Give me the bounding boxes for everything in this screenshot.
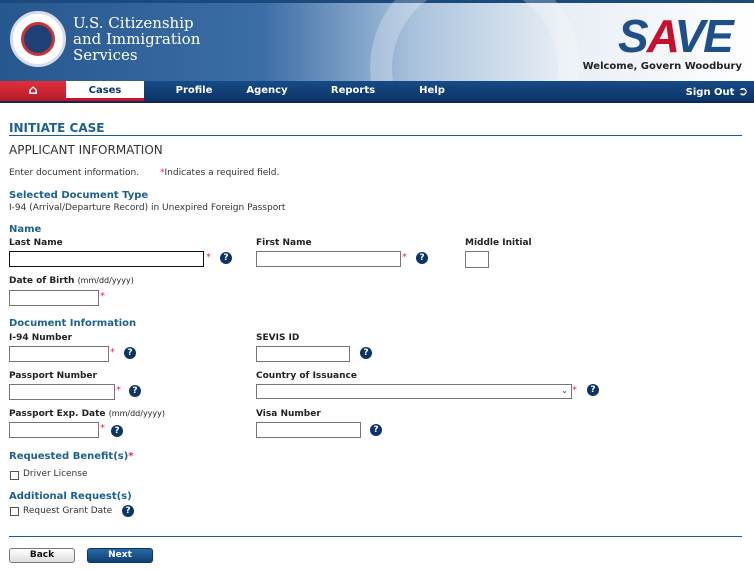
agency-name: U.S. Citizenship and Immigration Service… — [73, 15, 200, 63]
passport-input[interactable] — [9, 384, 115, 400]
dob-input[interactable] — [9, 290, 99, 306]
last-name-label: Last Name — [9, 238, 63, 248]
middle-initial-label: Middle Initial — [465, 238, 532, 248]
section-subtitle: APPLICANT INFORMATION — [9, 143, 163, 157]
country-label: Country of Issuance — [256, 371, 357, 381]
last-name-input[interactable] — [9, 251, 204, 267]
help-icon[interactable]: ? — [360, 347, 372, 359]
required-star: * — [110, 347, 115, 358]
home-tab[interactable]: ⌂ — [0, 81, 66, 101]
sevis-label: SEVIS ID — [256, 333, 300, 343]
grant-date-label: Request Grant Date — [23, 506, 113, 516]
exp-label-text: Passport Exp. Date — [9, 409, 106, 419]
exp-hint: (mm/dd/yyyy) — [108, 409, 165, 418]
dob-label: Date of Birth (mm/dd/yyyy) — [9, 276, 134, 286]
sign-out-link[interactable]: Sign Out ➲ — [664, 81, 748, 101]
help-icon[interactable]: ? — [124, 347, 136, 359]
sign-out-icon: ➲ — [737, 84, 748, 98]
name-section: Name — [9, 224, 42, 235]
help-icon[interactable]: ? — [370, 424, 382, 436]
next-button[interactable]: Next — [87, 548, 153, 563]
welcome-text: Welcome, Govern Woodbury — [582, 61, 742, 72]
dob-label-text: Date of Birth — [9, 276, 75, 286]
i94-label: I-94 Number — [9, 333, 73, 343]
driver-license-label: Driver License — [23, 469, 88, 479]
benefits-label: Requested Benefit(s) — [9, 451, 129, 462]
help-icon[interactable]: ? — [122, 505, 134, 517]
tab-profile[interactable]: Profile — [164, 81, 224, 101]
sign-out-label: Sign Out — [685, 87, 735, 98]
doc-type-value: I-94 (Arrival/Departure Record) in Unexp… — [9, 203, 286, 213]
tab-reports[interactable]: Reports — [323, 81, 383, 101]
page-title: INITIATE CASE — [9, 121, 105, 135]
required-star: * — [572, 385, 577, 396]
required-star: * — [100, 291, 105, 302]
agency-line: and Immigration — [73, 30, 201, 48]
doc-type-label: Selected Document Type — [9, 190, 149, 201]
visa-label: Visa Number — [256, 409, 321, 419]
back-button[interactable]: Back — [9, 548, 75, 563]
tab-agency[interactable]: Agency — [237, 81, 297, 101]
help-icon[interactable]: ? — [416, 252, 428, 264]
middle-initial-input[interactable] — [465, 251, 489, 268]
main-nav: ⌂ Cases Profile Agency Reports Help Sign… — [0, 81, 754, 103]
save-logo: SAVE — [618, 10, 734, 62]
required-note: *Indicates a required field. — [160, 168, 279, 178]
passport-label: Passport Number — [9, 371, 97, 381]
home-icon: ⌂ — [28, 83, 38, 98]
dhs-seal-logo — [10, 11, 66, 67]
required-star: * — [100, 423, 105, 434]
required-note-text: Indicates a required field. — [164, 168, 280, 178]
tab-help[interactable]: Help — [402, 81, 462, 101]
passport-exp-label: Passport Exp. Date (mm/dd/yyyy) — [9, 409, 165, 419]
first-name-label: First Name — [256, 238, 312, 248]
grant-date-checkbox[interactable] — [10, 507, 19, 516]
site-header: U.S. Citizenship and Immigration Service… — [0, 0, 754, 173]
dob-hint: (mm/dd/yyyy) — [77, 276, 134, 285]
help-icon[interactable]: ? — [220, 252, 232, 264]
country-select[interactable]: ⌄ — [256, 384, 572, 399]
chevron-down-icon: ⌄ — [561, 386, 568, 395]
driver-license-checkbox[interactable] — [10, 471, 19, 480]
sevis-input[interactable] — [256, 346, 350, 362]
help-icon[interactable]: ? — [587, 384, 599, 396]
first-name-input[interactable] — [256, 251, 401, 267]
required-star: * — [402, 252, 407, 263]
required-star: * — [206, 252, 211, 263]
passport-exp-input[interactable] — [9, 422, 99, 438]
help-icon[interactable]: ? — [111, 425, 123, 437]
tab-cases[interactable]: Cases — [66, 81, 144, 101]
required-star: * — [116, 385, 121, 396]
agency-line: U.S. Citizenship — [73, 14, 194, 32]
visa-input[interactable] — [256, 422, 361, 438]
benefits-section: Requested Benefit(s)* — [9, 451, 134, 462]
additional-section: Additional Request(s) — [9, 491, 132, 502]
instruction-text: Enter document information. — [9, 168, 140, 178]
agency-line: Services — [73, 46, 138, 64]
document-section: Document Information — [9, 318, 137, 329]
i94-input[interactable] — [9, 346, 109, 362]
required-star: * — [128, 451, 134, 462]
help-icon[interactable]: ? — [129, 385, 141, 397]
